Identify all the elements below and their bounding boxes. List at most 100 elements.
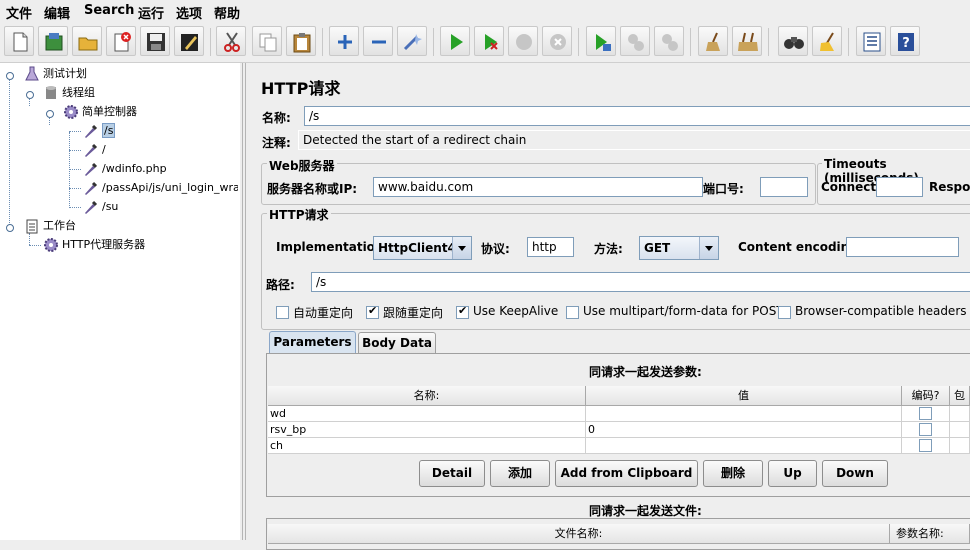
detail-button[interactable]: Detail: [419, 460, 485, 487]
remote-stop-button[interactable]: [620, 26, 650, 56]
toolbar: ?: [0, 22, 970, 63]
search-button[interactable]: [778, 26, 808, 56]
implementation-value: HttpClient4: [378, 241, 456, 255]
connect-field[interactable]: [876, 177, 923, 197]
tree-item-label: /s: [102, 123, 116, 138]
tree-item-test-plan[interactable]: 测试计划: [24, 65, 87, 83]
server-field[interactable]: www.baidu.com: [373, 177, 703, 197]
keepalive-checkbox[interactable]: [456, 304, 469, 319]
split-pane-divider[interactable]: [240, 63, 249, 540]
pipette-icon: [85, 200, 98, 214]
open-button[interactable]: [72, 26, 102, 56]
encode-checkbox[interactable]: [919, 423, 932, 436]
encode-checkbox[interactable]: [919, 407, 932, 420]
menu-file[interactable]: 文件: [6, 3, 32, 22]
svg-text:?: ?: [902, 36, 910, 51]
column-header-encode[interactable]: 编码?: [902, 386, 950, 406]
column-header-param-name[interactable]: 参数名称:: [890, 524, 970, 544]
shutdown-button[interactable]: [542, 26, 572, 56]
protocol-label: 协议:: [481, 242, 510, 256]
files-caption: 同请求一起发送文件:: [589, 504, 702, 518]
down-button[interactable]: Down: [822, 460, 888, 487]
multipart-checkbox[interactable]: [566, 306, 579, 319]
tab-parameters[interactable]: Parameters: [269, 331, 356, 353]
tree-item-workbench[interactable]: 工作台: [24, 217, 76, 235]
add-button[interactable]: 添加: [490, 460, 550, 487]
scissors-icon: [224, 32, 240, 52]
tree-item-sampler-passapi[interactable]: /passApi/js/uni_login_wrapp: [83, 179, 238, 197]
up-button[interactable]: Up: [768, 460, 817, 487]
cut-button[interactable]: [216, 26, 246, 56]
tree-item-http-proxy[interactable]: HTTP代理服务器: [43, 236, 145, 254]
menu-help[interactable]: 帮助: [214, 3, 240, 22]
start-no-pause-button[interactable]: [474, 26, 504, 56]
path-field[interactable]: /s: [311, 272, 970, 292]
auto-redirect-checkbox[interactable]: [276, 306, 289, 319]
close-button[interactable]: [106, 26, 136, 56]
protocol-field[interactable]: http: [527, 237, 574, 257]
param-value-cell[interactable]: [586, 438, 902, 454]
tab-body-data[interactable]: Body Data: [358, 332, 436, 353]
function-helper-button[interactable]: [856, 26, 886, 56]
play-no-timer-icon: [485, 34, 498, 50]
remote-shutdown-button[interactable]: [654, 26, 684, 56]
param-name-cell[interactable]: rsv_bp: [268, 422, 586, 438]
encode-checkbox[interactable]: [919, 439, 932, 452]
tree-item-sampler-root[interactable]: /: [83, 141, 106, 159]
menu-options[interactable]: 选项: [176, 3, 202, 22]
paste-button[interactable]: [286, 26, 316, 56]
pipette-icon: [85, 143, 98, 157]
remote-play-icon: [596, 34, 611, 51]
comment-field[interactable]: Detected the start of a redirect chain: [298, 130, 970, 150]
stop-button[interactable]: [508, 26, 538, 56]
tree-item-sampler-su[interactable]: /su: [83, 198, 118, 216]
remote-start-button[interactable]: [586, 26, 616, 56]
add-from-clipboard-button[interactable]: Add from Clipboard: [555, 460, 698, 487]
start-button[interactable]: [440, 26, 470, 56]
tree-item-simple-controller[interactable]: 简单控制器: [63, 103, 137, 121]
remote-shutdown-icon: [662, 34, 678, 51]
help-button[interactable]: ?: [890, 26, 920, 56]
clear-all-button[interactable]: [732, 26, 762, 56]
tree-item-thread-group[interactable]: 线程组: [43, 84, 95, 102]
browser-headers-checkbox[interactable]: [778, 306, 791, 319]
save-icon: [147, 33, 165, 51]
column-header-value[interactable]: 值: [586, 386, 902, 406]
port-field[interactable]: [760, 177, 808, 197]
save-as-button[interactable]: [174, 26, 204, 56]
name-field[interactable]: /s: [304, 106, 970, 126]
reset-search-button[interactable]: [812, 26, 842, 56]
tree-item-sampler-wdinfo[interactable]: /wdinfo.php: [83, 160, 167, 178]
column-header-file-name[interactable]: 文件名称:: [268, 524, 890, 544]
column-header-include[interactable]: 包: [950, 386, 970, 406]
param-name-cell[interactable]: ch: [268, 438, 586, 454]
method-select[interactable]: GET: [639, 236, 719, 260]
connect-label: Connect:: [821, 180, 881, 194]
paste-icon: [293, 33, 311, 53]
comment-label: 注释:: [262, 136, 291, 150]
minus-icon: [372, 40, 386, 44]
new-button[interactable]: [4, 26, 34, 56]
menu-run[interactable]: 运行: [138, 3, 164, 22]
tree-item-label: 测试计划: [43, 67, 87, 80]
toggle-button[interactable]: [397, 26, 427, 56]
menu-search[interactable]: Search: [84, 3, 134, 18]
param-name-cell[interactable]: wd: [268, 406, 586, 422]
pipette-icon: [85, 162, 98, 176]
param-value-cell[interactable]: 0: [586, 422, 902, 438]
param-value-cell[interactable]: [586, 406, 902, 422]
follow-redirect-checkbox[interactable]: [366, 304, 379, 319]
save-button[interactable]: [140, 26, 170, 56]
column-header-name[interactable]: 名称:: [268, 386, 586, 406]
collapse-button[interactable]: [363, 26, 393, 56]
menu-edit[interactable]: 编辑: [44, 3, 70, 22]
tree-item-sampler-s[interactable]: /s: [83, 122, 116, 140]
templates-button[interactable]: [38, 26, 68, 56]
expand-button[interactable]: [329, 26, 359, 56]
clear-button[interactable]: [698, 26, 728, 56]
implementation-select[interactable]: HttpClient4: [373, 236, 472, 260]
param-encode-cell: [902, 438, 950, 454]
delete-button[interactable]: 删除: [703, 460, 763, 487]
copy-button[interactable]: [252, 26, 282, 56]
content-encoding-field[interactable]: [846, 237, 959, 257]
